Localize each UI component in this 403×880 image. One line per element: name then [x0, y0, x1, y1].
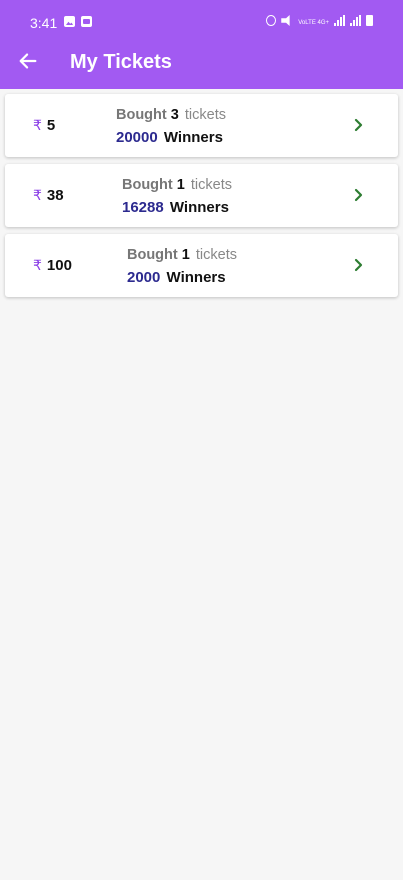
- volte-icon: VoLTE 4G+: [298, 20, 329, 26]
- tickets-unit: tickets: [190, 177, 232, 193]
- ticket-list: ₹ 5 Bought 3 tickets 20000 Winners ₹ 38 …: [5, 94, 398, 304]
- chevron-right-icon[interactable]: [354, 188, 364, 202]
- ticket-price: ₹ 38: [33, 164, 64, 227]
- battery-icon: [366, 15, 373, 26]
- bought-line: Bought 1 tickets: [122, 177, 232, 193]
- chevron-right-icon[interactable]: [354, 258, 364, 272]
- bought-label: Bought: [122, 177, 173, 193]
- bought-label: Bought: [127, 247, 178, 263]
- bought-line: Bought 3 tickets: [116, 107, 226, 123]
- tickets-unit: tickets: [184, 107, 226, 123]
- price-value: 5: [46, 117, 56, 134]
- alarm-icon: [266, 15, 277, 26]
- status-right-icons: VoLTE 4G+: [266, 15, 373, 26]
- ticket-details: Bought 3 tickets 20000 Winners: [116, 107, 226, 146]
- ticket-details: Bought 1 tickets 16288 Winners: [122, 177, 232, 216]
- winners-label: Winners: [163, 129, 223, 146]
- gallery-icon: [64, 16, 75, 27]
- status-left-icons: [64, 16, 92, 27]
- ticket-count: 1: [181, 247, 190, 263]
- winners-label: Winners: [166, 269, 226, 286]
- price-value: 100: [46, 257, 72, 274]
- toolbar: My Tickets: [0, 40, 403, 89]
- message-icon: [81, 16, 92, 27]
- winners-count: 16288: [122, 199, 164, 216]
- bought-label: Bought: [116, 107, 167, 123]
- status-bar: 3:41 VoLTE 4G+: [0, 0, 403, 40]
- rupee-icon: ₹: [33, 117, 42, 133]
- ticket-price: ₹ 100: [33, 234, 72, 297]
- signal-icon-2: [350, 15, 361, 26]
- page-title: My Tickets: [70, 51, 172, 73]
- ticket-count: 1: [176, 177, 185, 193]
- ticket-card[interactable]: ₹ 100 Bought 1 tickets 2000 Winners: [5, 234, 398, 297]
- ticket-card[interactable]: ₹ 5 Bought 3 tickets 20000 Winners: [5, 94, 398, 157]
- rupee-icon: ₹: [33, 187, 42, 203]
- ticket-card[interactable]: ₹ 38 Bought 1 tickets 16288 Winners: [5, 164, 398, 227]
- chevron-right-icon[interactable]: [354, 118, 364, 132]
- rupee-icon: ₹: [33, 257, 42, 273]
- app-bar: 3:41 VoLTE 4G+ My Tickets: [0, 0, 403, 89]
- ticket-count: 3: [170, 107, 179, 123]
- ticket-price: ₹ 5: [33, 94, 55, 157]
- signal-icon: [334, 15, 345, 26]
- winners-count: 20000: [116, 129, 158, 146]
- ticket-details: Bought 1 tickets 2000 Winners: [127, 247, 237, 286]
- winners-line: 2000 Winners: [127, 269, 237, 286]
- bought-line: Bought 1 tickets: [127, 247, 237, 263]
- mute-icon: [281, 15, 290, 26]
- winners-line: 16288 Winners: [122, 199, 232, 216]
- back-arrow-icon[interactable]: [17, 50, 39, 72]
- status-time: 3:41: [30, 15, 58, 31]
- winners-count: 2000: [127, 269, 161, 286]
- price-value: 38: [46, 187, 64, 204]
- winners-label: Winners: [169, 199, 229, 216]
- tickets-unit: tickets: [195, 247, 237, 263]
- winners-line: 20000 Winners: [116, 129, 226, 146]
